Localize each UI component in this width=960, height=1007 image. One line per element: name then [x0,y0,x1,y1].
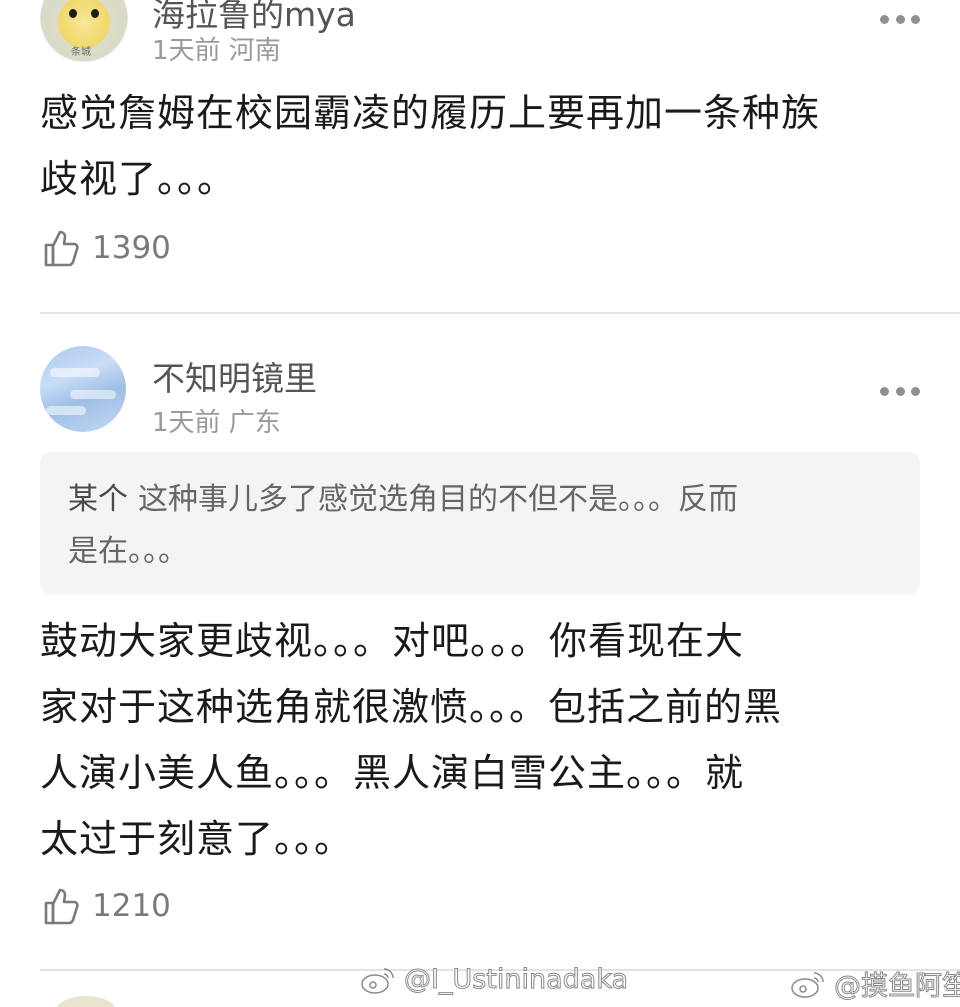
like-button[interactable]: 1210 [42,886,171,926]
comment-item: 条城 海拉鲁的mya 1天前 河南 感觉詹姆在校园霸凌的履历上要再加一条种族 歧… [0,0,960,312]
comment-list: 条城 海拉鲁的mya 1天前 河南 感觉詹姆在校园霸凌的履历上要再加一条种族 歧… [0,0,960,1007]
comment-meta: 1天前 河南 [152,36,281,66]
comment-item: 不知明镜里 1天前 广东 某个 这种事儿多了感觉选角目的不但不是。。。反而 是在。… [0,314,960,969]
watermark: @摸鱼阿笙 [790,964,960,1003]
avatar-tag: 条城 [71,47,91,58]
more-dots-icon[interactable] [880,384,920,398]
avatar[interactable]: 条城 [40,0,128,62]
like-count: 1390 [92,230,171,266]
weibo-logo-icon [791,971,824,998]
quote-line: 是在。。。 [68,534,188,569]
avatar[interactable] [40,346,126,432]
more-dots-icon[interactable] [880,12,920,26]
watermark: @I_Ustininadaka [360,964,629,996]
quote-line: 某个 这种事儿多了感觉选角目的不但不是。。。反而 [68,474,892,526]
comment-text-line: 鼓动大家更歧视。。。对吧。。。你看现在大 [40,619,745,663]
comment-text-line: 太过于刻意了。。。 [40,817,354,861]
comment-meta: 1天前 广东 [152,408,281,438]
quote-username[interactable]: 某个 [68,482,128,517]
comment-text-line: 人演小美人鱼。。。黑人演白雪公主。。。就 [40,751,745,795]
avatar-eye [69,9,77,18]
like-count: 1210 [92,888,171,924]
comment-text-line: 感觉詹姆在校园霸凌的履历上要再加一条种族 [40,91,821,135]
weibo-logo-icon [361,967,394,994]
thumbs-up-icon [44,230,79,267]
avatar-cloud [70,390,116,399]
thumbs-up-icon [44,888,79,925]
avatar-cloud [46,406,86,415]
comment-text: 感觉詹姆在校园霸凌的履历上要再加一条种族 歧视了。。。 [40,80,920,212]
avatar-eye [91,9,99,18]
avatar[interactable] [56,996,116,1007]
watermark-text: @I_Ustininadaka [403,964,629,996]
comment-text: 鼓动大家更歧视。。。对吧。。。你看现在大 家对于这种选角就很激愤。。。包括之前的… [40,608,920,872]
username[interactable]: 不知明镜里 [152,352,317,400]
comment-text-line: 歧视了。。。 [40,157,237,201]
like-button[interactable]: 1390 [42,228,171,268]
watermark-text: @摸鱼阿笙 [834,971,960,1003]
quoted-reply[interactable]: 某个 这种事儿多了感觉选角目的不但不是。。。反而 是在。。。 [40,452,920,594]
comment-text-line: 家对于这种选角就很激愤。。。包括之前的黑 [40,685,783,729]
quote-text: 这种事儿多了感觉选角目的不但不是。。。反而 [138,482,738,517]
avatar-cloud [50,368,100,377]
